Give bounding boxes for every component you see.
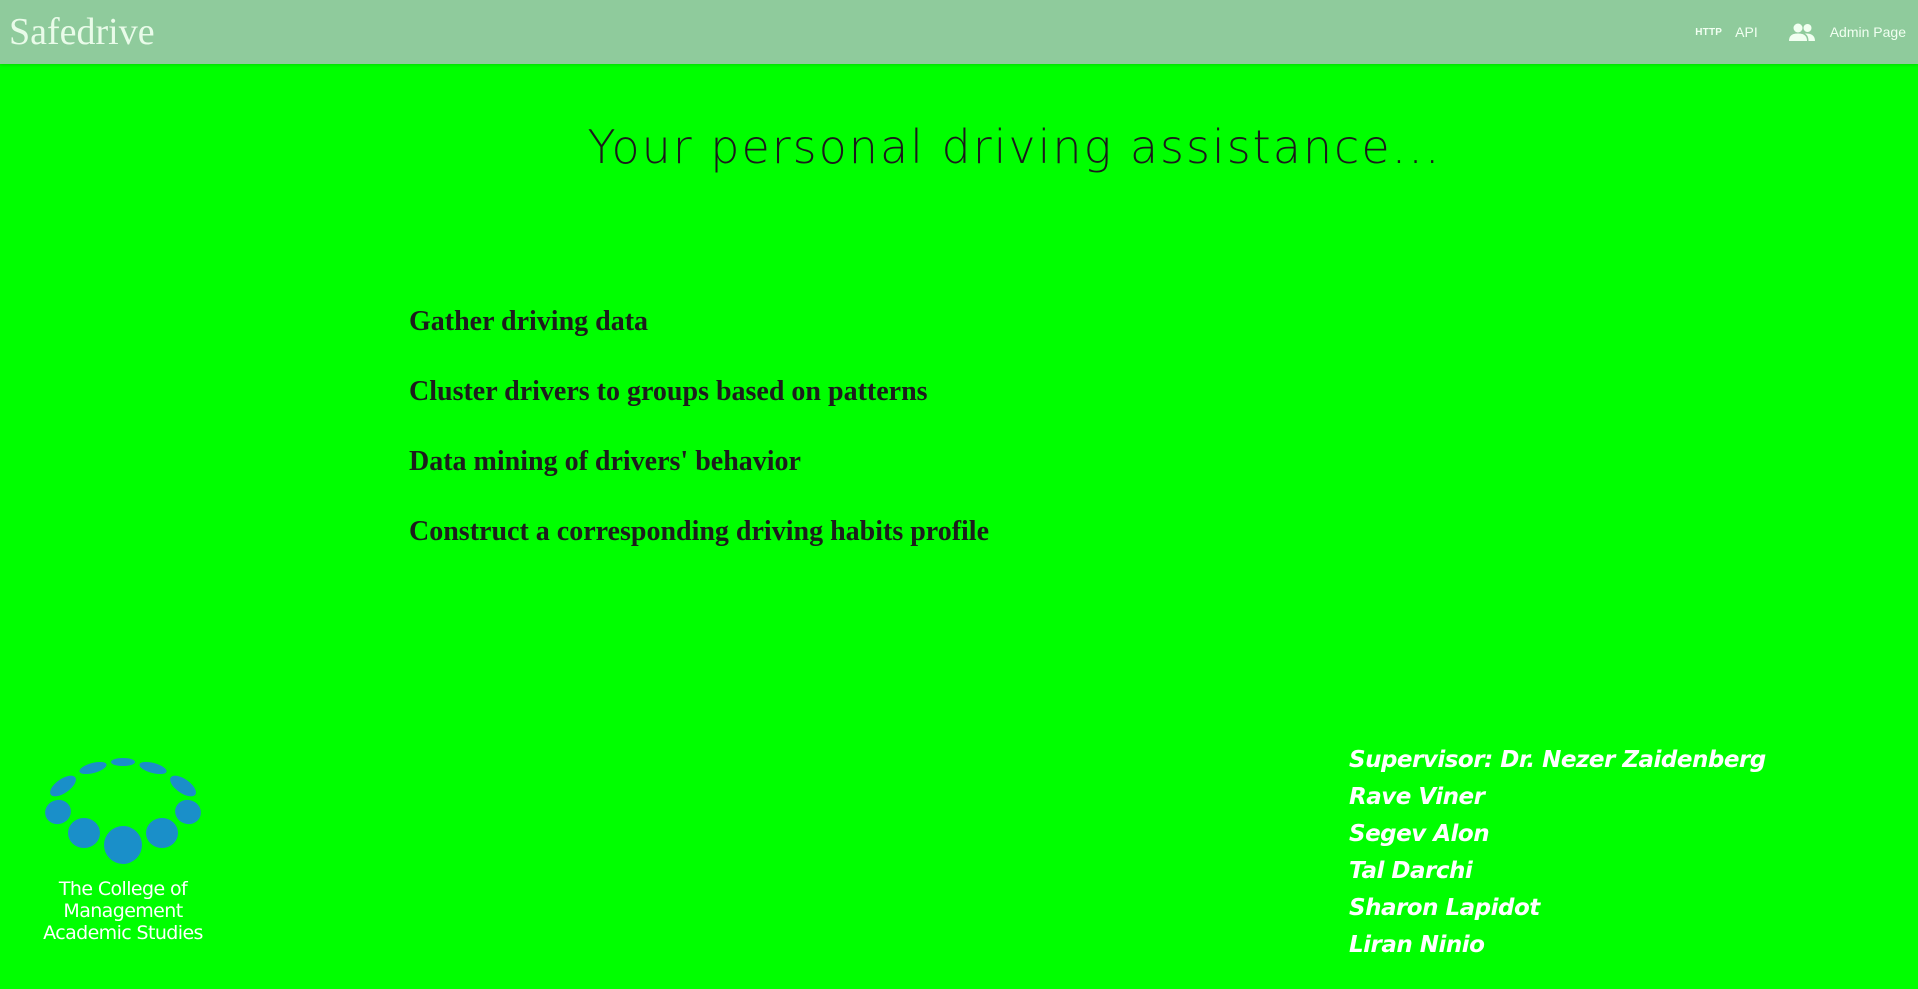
api-label: API — [1735, 24, 1758, 40]
feature-item: Construct a corresponding driving habits… — [409, 516, 990, 547]
http-icon: HTTP — [1695, 26, 1723, 38]
admin-page-label: Admin Page — [1829, 24, 1906, 40]
college-name-line2: Academic Studies — [43, 922, 203, 944]
nav-right: HTTP API Admin Page — [1695, 0, 1906, 64]
admin-page-link[interactable]: Admin Page — [1788, 22, 1906, 42]
team-member: Rave Viner — [1349, 784, 1485, 810]
brand-link[interactable]: Safedrive — [9, 9, 155, 55]
top-navbar: Safedrive HTTP API Admin Page — [0, 0, 1918, 64]
feature-item: Cluster drivers to groups based on patte… — [409, 376, 928, 407]
team-member: Sharon Lapidot — [1349, 895, 1540, 921]
team-member: Tal Darchi — [1349, 858, 1473, 884]
supervisor-credit: Supervisor: Dr. Nezer Zaidenberg — [1349, 747, 1766, 773]
college-name-line1: The College of Management — [58, 878, 188, 922]
hero-title: Your personal driving assistance... — [587, 120, 1442, 174]
team-member: Liran Ninio — [1349, 932, 1485, 958]
team-member: Segev Alon — [1349, 821, 1490, 847]
api-link[interactable]: HTTP API — [1695, 24, 1758, 40]
feature-item: Data mining of drivers' behavior — [409, 446, 801, 477]
feature-list: Gather driving data Cluster drivers to g… — [409, 305, 989, 585]
people-icon — [1788, 22, 1816, 42]
feature-item: Gather driving data — [409, 306, 649, 337]
college-name: The College of Management Academic Studi… — [0, 878, 246, 944]
credits-list: Supervisor: Dr. Nezer Zaidenberg Rave Vi… — [1349, 742, 1766, 964]
